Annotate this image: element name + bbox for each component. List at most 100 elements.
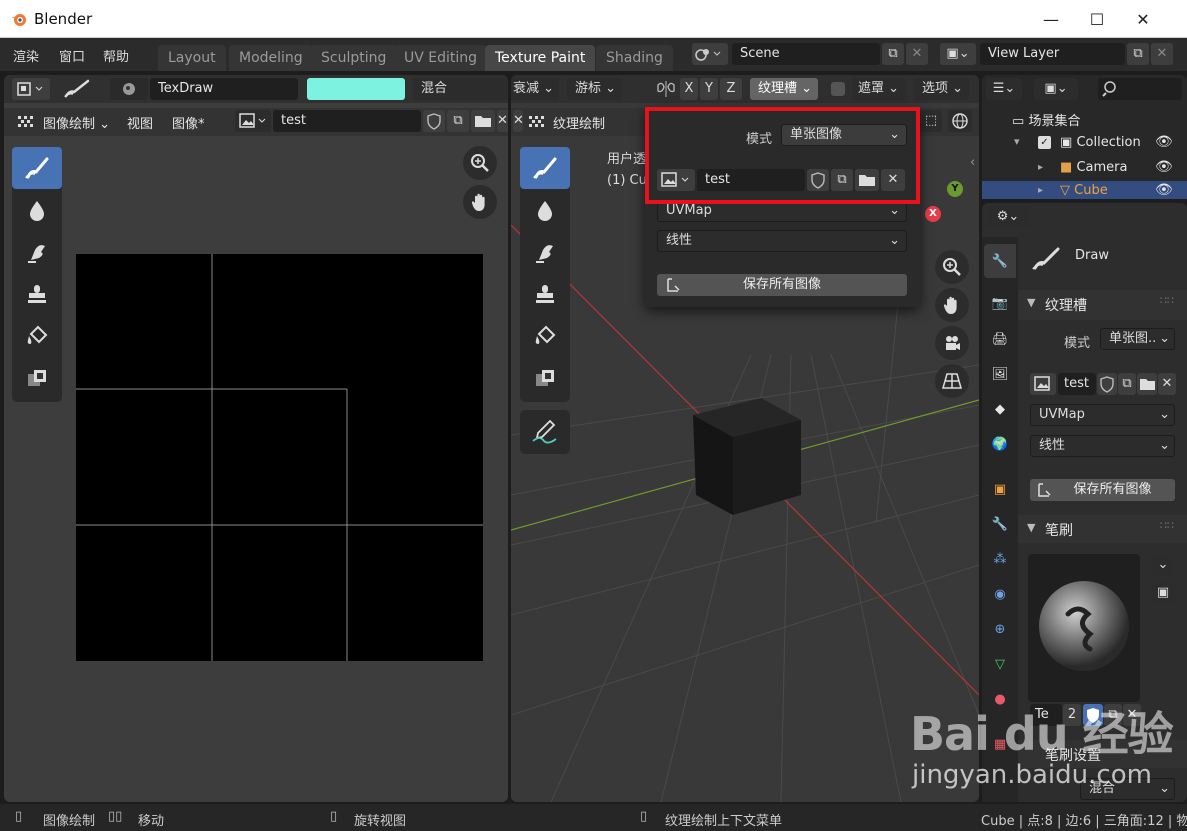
outliner-search-input[interactable] [1098, 78, 1182, 100]
tab-physics-icon[interactable]: ◉ [984, 577, 1016, 611]
tab-scene-icon[interactable]: ◆ [984, 392, 1016, 426]
viewport-close-icon[interactable]: ✕ [513, 110, 524, 132]
props-unlink-image-icon[interactable]: ✕ [1158, 373, 1176, 395]
tab-tool-wrench-icon[interactable]: 🔧 [984, 244, 1016, 278]
collection-checkbox[interactable]: ✓ [1038, 136, 1051, 149]
pan-hand-icon[interactable] [463, 185, 497, 219]
props-image-name-field[interactable]: test [1058, 373, 1096, 395]
vp-fill-tool-button[interactable] [520, 315, 570, 357]
tab-modifier-wrench-icon[interactable]: 🔧 [984, 507, 1016, 541]
sidebar-toggle-icon[interactable]: ‹ [970, 155, 975, 170]
brush-preview-thumbnail[interactable] [1028, 554, 1140, 702]
new-view-layer-icon[interactable]: ⧉ [1127, 43, 1149, 65]
clone-tool-button[interactable] [12, 273, 62, 315]
symmetry-icon[interactable] [655, 79, 677, 99]
tab-world-icon[interactable]: 🌍 [984, 427, 1016, 461]
tab-texture-paint[interactable]: Texture Paint [485, 45, 596, 71]
expand-collection-chevron-icon[interactable]: ▾ [1014, 135, 1020, 148]
image-canvas[interactable] [76, 254, 483, 661]
outliner-item-collection[interactable]: ▣ Collection [1060, 135, 1141, 150]
tab-object-icon[interactable]: ▣ [984, 472, 1016, 506]
mask-tool-button[interactable] [12, 357, 62, 399]
brush-preview-icon[interactable] [110, 78, 148, 100]
tab-render-icon[interactable]: 📷 [984, 286, 1016, 320]
mirror-z-toggle[interactable]: Z [720, 78, 742, 100]
close-button[interactable]: ✕ [1120, 0, 1166, 38]
new-scene-icon[interactable]: ⧉ [882, 43, 904, 65]
viewport-shading-wire-icon[interactable] [948, 110, 972, 132]
vp-pan-hand-icon[interactable] [935, 288, 969, 322]
fill-tool-button[interactable] [12, 315, 62, 357]
tab-uv-editing[interactable]: UV Editing [394, 45, 488, 71]
gizmo-y-axis[interactable]: Y [947, 181, 963, 197]
brush-name-field[interactable]: TexDraw [150, 78, 298, 100]
view-layer-field[interactable]: View Layer [980, 43, 1125, 65]
props-open-folder-icon[interactable] [1137, 373, 1157, 395]
expand-cube-chevron-icon[interactable]: ▸ [1038, 185, 1043, 196]
paint-mode-icon[interactable] [16, 112, 38, 132]
delete-scene-icon[interactable]: ✕ [906, 43, 928, 65]
vp-mask-tool-button[interactable] [520, 357, 570, 399]
tab-layout[interactable]: Layout [158, 45, 226, 71]
popup-save-all-images-button[interactable]: 保存所有图像 [657, 274, 907, 296]
outliner-item-camera[interactable]: ■ Camera [1060, 160, 1127, 175]
tab-particles-icon[interactable]: ⁂ [984, 542, 1016, 576]
editor-type-icon[interactable] [12, 78, 50, 100]
mirror-y-toggle[interactable]: Y [700, 78, 718, 100]
open-image-folder-icon[interactable] [471, 110, 495, 132]
texture-paint-mode-icon[interactable] [527, 112, 549, 132]
collection-visibility-eye-icon[interactable]: 👁 [1155, 134, 1173, 150]
vp-soften-tool-button[interactable] [520, 189, 570, 231]
image-name-field[interactable]: test [273, 110, 421, 132]
drag-handle-icon[interactable]: ∷∷ [1160, 294, 1174, 307]
brush-color-swatch[interactable] [307, 78, 405, 100]
draw-tool-button[interactable] [12, 147, 62, 189]
camera-visibility-eye-icon[interactable]: 👁 [1155, 159, 1173, 175]
tab-sculpting[interactable]: Sculpting [311, 45, 397, 71]
props-save-all-images-button[interactable]: 保存所有图像 [1030, 479, 1175, 501]
tab-output-icon[interactable]: 🖨 [984, 322, 1016, 356]
tab-shading[interactable]: Shading [596, 45, 673, 71]
menu-image[interactable]: 图像* [172, 113, 205, 132]
tab-constraints-icon[interactable]: ⊕ [984, 612, 1016, 646]
smear-tool-button[interactable] [12, 231, 62, 273]
tab-modeling[interactable]: Modeling [229, 45, 313, 71]
gizmo-x-axis[interactable]: X [925, 206, 941, 222]
expand-camera-chevron-icon[interactable]: ▸ [1038, 162, 1043, 173]
vp-draw-tool-button[interactable] [520, 147, 570, 189]
scene-collection-row[interactable]: ▭ 场景集合 [1012, 110, 1080, 129]
props-image-browse-icon[interactable] [1030, 373, 1056, 395]
fake-user-shield-icon[interactable] [423, 110, 445, 132]
cursor-dropdown[interactable]: 游标 ⌄ [567, 78, 622, 100]
view-layer-icon[interactable]: ▣⌄ [940, 43, 976, 65]
props-new-image-icon[interactable]: ⧉ [1118, 373, 1136, 395]
new-image-icon[interactable]: ⧉ [447, 110, 469, 132]
vp-zoom-icon[interactable] [935, 250, 969, 284]
menu-window[interactable]: 窗口 [59, 46, 85, 65]
image-browse-icon[interactable] [235, 110, 271, 132]
perspective-grid-icon[interactable] [935, 364, 969, 398]
viewport-mode-dropdown[interactable]: 纹理绘制 [553, 113, 605, 132]
outliner-editor-type-icon[interactable]: ☰⌄ [986, 78, 1022, 100]
menu-help[interactable]: 帮助 [103, 46, 129, 65]
cube-row-label[interactable]: ▽ Cube [1060, 183, 1108, 198]
blend-mode-dropdown[interactable]: 混合 [413, 78, 508, 100]
menu-view[interactable]: 视图 [127, 113, 153, 132]
popup-interpolation-dropdown[interactable]: 线性 ⌄ [657, 230, 907, 252]
mask-dropdown[interactable]: 遮罩 ⌄ [852, 78, 906, 100]
tab-view-layer-icon[interactable]: 🖼 [984, 357, 1016, 391]
props-fake-user-icon[interactable] [1097, 373, 1117, 395]
minimize-button[interactable]: — [1028, 0, 1074, 38]
menu-render[interactable]: 渲染 [13, 46, 39, 65]
props-interpolation-dropdown[interactable]: 线性 ⌄ [1030, 435, 1175, 457]
mask-checkbox[interactable] [831, 82, 845, 96]
texture-slots-dropdown[interactable]: 纹理槽 ⌄ [750, 78, 818, 100]
props-mode-dropdown[interactable]: 单张图.. ⌄ [1100, 328, 1175, 350]
properties-editor-type-icon[interactable]: ⚙⌄ [986, 206, 1030, 228]
delete-view-layer-icon[interactable]: ✕ [1151, 43, 1173, 65]
tab-data-icon[interactable]: ▽ [984, 647, 1016, 681]
vp-clone-tool-button[interactable] [520, 273, 570, 315]
zoom-icon[interactable] [463, 146, 497, 180]
brush-tool-icon[interactable] [62, 78, 92, 100]
scene-selector-icon[interactable] [692, 43, 728, 65]
